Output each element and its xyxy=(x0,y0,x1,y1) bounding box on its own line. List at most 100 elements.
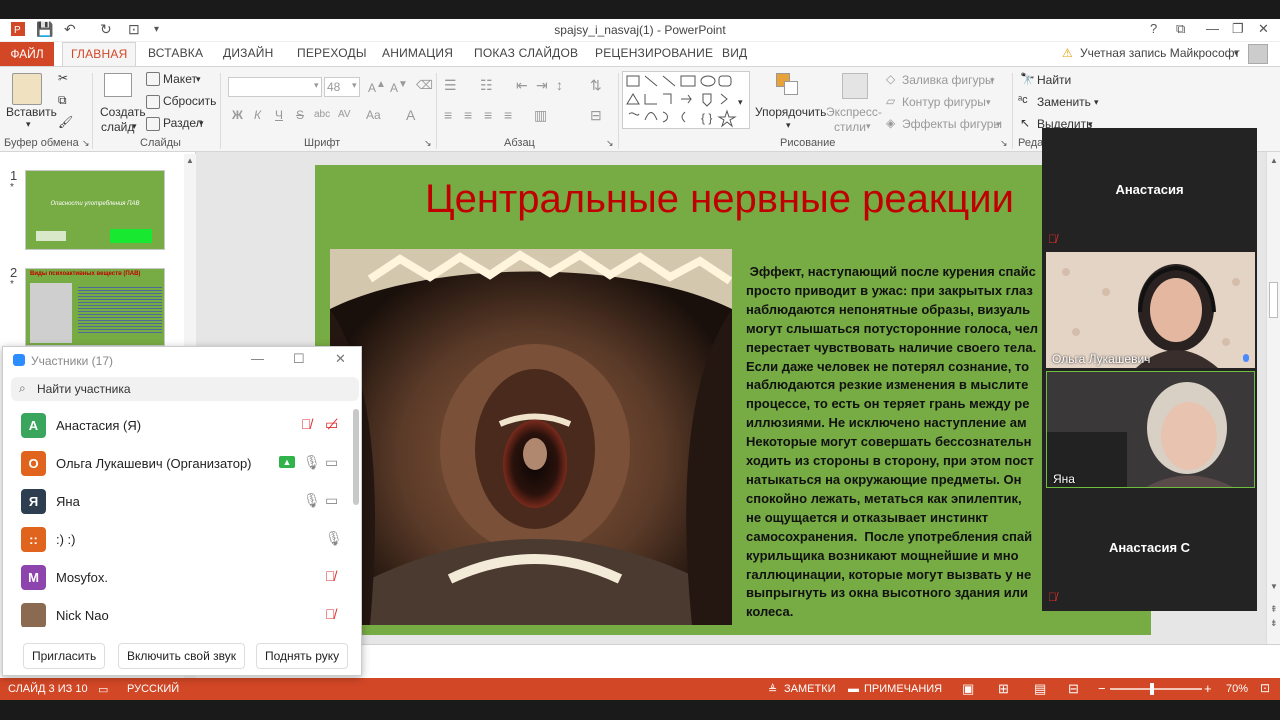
font-launcher-icon[interactable]: ↘ xyxy=(424,138,432,149)
video-icon[interactable]: ▭ xyxy=(325,492,338,509)
mic-muted-icon[interactable]: 🎙̸ xyxy=(325,568,336,584)
align-right-icon[interactable]: ≡ xyxy=(484,107,492,123)
slide-scrollbar-thumb[interactable] xyxy=(1269,282,1278,318)
slide-sorter-icon[interactable]: ⊞ xyxy=(998,681,1009,697)
shape-outline-button[interactable]: Контур фигуры xyxy=(902,95,986,109)
quick-styles-button[interactable]: Экспресс- xyxy=(826,105,882,119)
new-slide-button-line2[interactable]: слайд xyxy=(101,120,134,134)
font-name-chevron-icon[interactable]: ▾ xyxy=(314,80,319,91)
shapes-more-icon[interactable]: ▾ xyxy=(738,97,743,108)
slideshow-view-icon[interactable]: ⊟ xyxy=(1068,681,1079,697)
minimize-icon[interactable]: — xyxy=(251,351,264,366)
paste-button[interactable]: Вставить xyxy=(6,105,57,119)
slide-thumbnail-2[interactable]: Виды психоактивных веществ (ПАВ) xyxy=(25,268,165,346)
strikethrough-button[interactable]: S xyxy=(296,108,304,122)
participant-row[interactable]: :: :) :) 🎙 xyxy=(3,521,351,559)
copy-icon[interactable]: ⧉ xyxy=(58,93,67,108)
ribbon-options-icon[interactable]: ⧉ xyxy=(1176,21,1185,37)
close-icon[interactable]: ✕ xyxy=(1258,21,1269,37)
align-left-icon[interactable]: ≡ xyxy=(444,107,452,123)
numbering-icon[interactable]: ☷ xyxy=(480,77,493,94)
tab-view[interactable]: ВИД xyxy=(722,46,747,60)
shapes-gallery[interactable]: { } xyxy=(622,71,750,129)
tab-animations[interactable]: АНИМАЦИЯ xyxy=(382,46,453,60)
participant-row[interactable]: Я Яна 🎙 ▭ xyxy=(3,483,351,521)
video-tile[interactable]: Яна xyxy=(1046,371,1255,488)
decrease-indent-icon[interactable]: ⇤ xyxy=(516,77,528,94)
help-icon[interactable]: ? xyxy=(1150,21,1157,36)
reading-view-icon[interactable]: ▤ xyxy=(1034,681,1046,697)
shrink-font-icon[interactable]: A▼ xyxy=(390,79,408,95)
tab-file[interactable]: ФАЙЛ xyxy=(0,42,54,66)
section-chevron-icon[interactable]: ▾ xyxy=(199,118,204,129)
font-name-input[interactable] xyxy=(228,77,322,97)
slide-scrollbar[interactable]: ▲ ▼ ⇞ ⇟ xyxy=(1266,152,1280,644)
participants-scrollbar[interactable] xyxy=(353,409,359,505)
video-tile[interactable]: Анастасия 🎙̸ xyxy=(1042,128,1257,250)
paragraph-launcher-icon[interactable]: ↘ xyxy=(606,138,614,149)
layout-button[interactable]: Макет xyxy=(163,72,197,86)
change-case-button[interactable]: Aa xyxy=(366,108,381,122)
slide-thumbnail-1[interactable]: Опасности употребления ПАВ xyxy=(25,170,165,250)
zoom-in-icon[interactable]: + xyxy=(1204,681,1212,696)
justify-icon[interactable]: ≡ xyxy=(504,107,512,123)
text-direction-icon[interactable]: ⇅ xyxy=(590,77,602,94)
new-slide-button[interactable]: Создать xyxy=(100,105,146,119)
quick-styles-button-line2[interactable]: стили xyxy=(834,120,866,134)
slide-title[interactable]: Центральные нервные реакции xyxy=(425,177,1014,222)
comments-button[interactable]: ПРИМЕЧАНИЯ xyxy=(864,683,942,695)
font-size-chevron-icon[interactable]: ▾ xyxy=(352,80,357,91)
shape-fill-button[interactable]: Заливка фигуры xyxy=(902,73,994,87)
text-shadow-button[interactable]: abc xyxy=(314,109,330,120)
quick-styles-chevron-icon[interactable]: ▾ xyxy=(866,121,871,132)
video-off-icon[interactable]: ▭̸ xyxy=(325,416,338,433)
underline-button[interactable]: Ч xyxy=(275,108,283,122)
format-painter-icon[interactable]: 🖌 xyxy=(58,115,73,129)
zoom-level[interactable]: 70% xyxy=(1226,683,1248,695)
bullets-icon[interactable]: ☰ xyxy=(444,77,457,94)
invite-button[interactable]: Пригласить xyxy=(23,643,106,669)
restore-icon[interactable]: ❐ xyxy=(1232,21,1244,37)
shape-effects-button[interactable]: Эффекты фигуры xyxy=(902,117,1002,131)
video-tile[interactable]: Ольга Лукашевич xyxy=(1046,252,1255,368)
increase-indent-icon[interactable]: ⇥ xyxy=(536,77,548,94)
tab-review[interactable]: РЕЦЕНЗИРОВАНИЕ xyxy=(595,46,713,60)
clipboard-launcher-icon[interactable]: ↘ xyxy=(82,138,90,149)
mic-muted-icon[interactable]: 🎙̸ xyxy=(325,606,336,622)
mic-icon[interactable]: 🎙 xyxy=(325,530,343,547)
character-spacing-button[interactable]: AV xyxy=(338,109,351,120)
maximize-icon[interactable]: ☐ xyxy=(293,351,305,367)
mic-icon[interactable]: 🎙 xyxy=(303,492,321,509)
section-button[interactable]: Раздел xyxy=(163,116,203,130)
shape-outline-chevron-icon[interactable]: ▾ xyxy=(986,97,991,108)
tab-design[interactable]: ДИЗАЙН xyxy=(223,46,274,60)
grow-font-icon[interactable]: A▲ xyxy=(368,79,386,95)
zoom-slider[interactable] xyxy=(1110,683,1202,695)
line-spacing-icon[interactable]: ↕ xyxy=(556,77,563,93)
arrange-button[interactable]: Упорядочить xyxy=(755,105,826,119)
font-color-button[interactable]: A xyxy=(406,107,415,123)
new-slide-chevron-icon[interactable]: ▾ xyxy=(132,121,137,132)
tab-home[interactable]: ГЛАВНАЯ xyxy=(62,42,137,66)
avatar[interactable] xyxy=(1248,44,1268,64)
video-icon[interactable]: ▭ xyxy=(325,454,338,471)
language-indicator[interactable]: РУССКИЙ xyxy=(127,683,179,695)
unmute-button[interactable]: Включить свой звук xyxy=(118,643,245,669)
align-text-icon[interactable]: ⊟ xyxy=(590,107,602,124)
account-name[interactable]: Учетная запись Майкрософт xyxy=(1080,46,1240,60)
tab-slide-show[interactable]: ПОКАЗ СЛАЙДОВ xyxy=(474,46,578,60)
bold-button[interactable]: Ж xyxy=(232,108,243,122)
layout-chevron-icon[interactable]: ▾ xyxy=(196,74,201,85)
participant-row[interactable]: M Mosyfox. 🎙̸ xyxy=(3,559,351,597)
clear-formatting-icon[interactable]: ⌫ xyxy=(416,78,433,92)
search-participant-input[interactable]: ⌕ Найти участника xyxy=(11,377,359,401)
minimize-icon[interactable]: — xyxy=(1206,21,1219,36)
participant-row[interactable]: Nick Nao 🎙̸ xyxy=(3,597,351,627)
participant-row[interactable]: О Ольга Лукашевич (Организатор) ▲ 🎙 ▭ xyxy=(3,445,351,483)
replace-chevron-icon[interactable]: ▾ xyxy=(1094,97,1099,108)
zoom-slider-thumb[interactable] xyxy=(1149,683,1154,695)
find-button[interactable]: Найти xyxy=(1037,73,1071,87)
align-center-icon[interactable]: ≡ xyxy=(464,107,472,123)
tab-transitions[interactable]: ПЕРЕХОДЫ xyxy=(297,46,367,60)
normal-view-icon[interactable]: ▣ xyxy=(962,681,974,697)
